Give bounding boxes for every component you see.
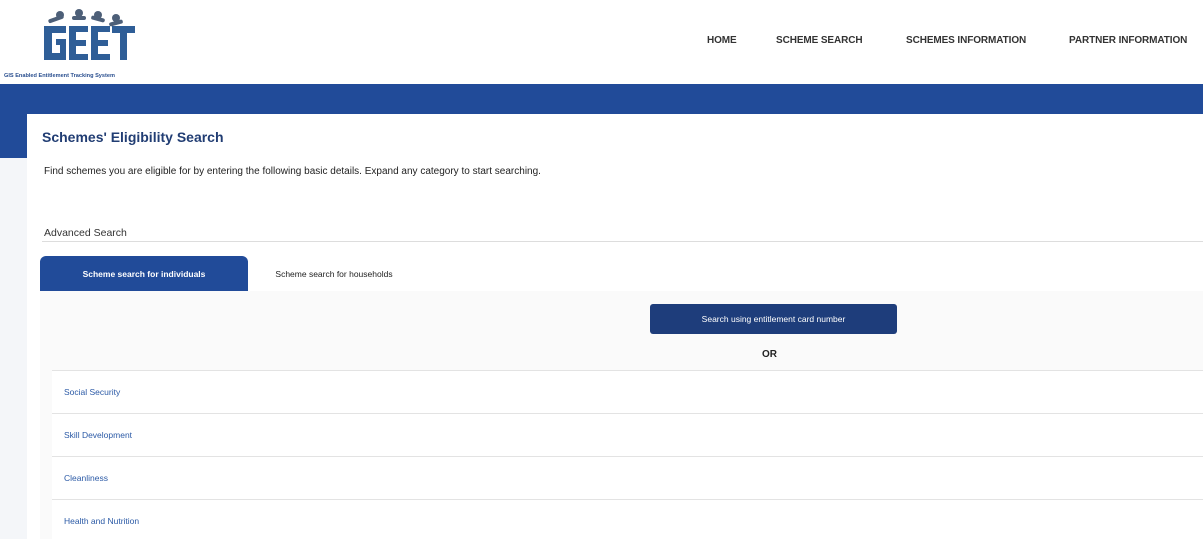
page-title: Schemes' Eligibility Search <box>42 129 224 145</box>
left-gutter <box>0 158 27 539</box>
category-label: Health and Nutrition <box>64 516 140 526</box>
intro-text: Find schemes you are eligible for by ent… <box>44 166 541 177</box>
category-label: Cleanliness <box>64 473 108 483</box>
nav-home[interactable]: HOME <box>707 35 737 46</box>
category-social-security[interactable]: Social Security <box>52 370 1203 413</box>
search-card: Schemes' Eligibility Search Find schemes… <box>27 114 1203 539</box>
or-separator: OR <box>762 349 777 360</box>
tab-panel-individuals: Search using entitlement card number OR … <box>40 291 1203 539</box>
category-label: Social Security <box>64 387 121 397</box>
header-band <box>0 84 1203 114</box>
search-entitlement-card-button[interactable]: Search using entitlement card number <box>650 304 897 334</box>
logo-tagline: GIS Enabled Entitlement Tracking System <box>4 73 115 79</box>
advanced-search-label[interactable]: Advanced Search <box>44 227 127 239</box>
tab-households[interactable]: Scheme search for households <box>248 256 420 291</box>
category-cleanliness[interactable]: Cleanliness <box>52 456 1203 499</box>
nav-partner-information[interactable]: PARTNER INFORMATION <box>1069 35 1187 46</box>
page-root: GIS Enabled Entitlement Tracking System … <box>0 0 1203 539</box>
geet-logo-mark <box>44 9 135 60</box>
nav-schemes-information[interactable]: SCHEMES INFORMATION <box>906 35 1026 46</box>
category-health-nutrition[interactable]: Health and Nutrition <box>52 499 1203 539</box>
site-header: GIS Enabled Entitlement Tracking System … <box>0 0 1203 84</box>
category-list: Social Security Skill Development Cleanl… <box>52 370 1203 539</box>
nav-scheme-search[interactable]: SCHEME SEARCH <box>776 35 863 46</box>
left-accent <box>0 84 27 158</box>
geet-logo[interactable]: GIS Enabled Entitlement Tracking System <box>4 8 172 82</box>
tab-individuals[interactable]: Scheme search for individuals <box>40 256 248 291</box>
advanced-search-divider <box>42 241 1203 242</box>
category-skill-development[interactable]: Skill Development <box>52 413 1203 456</box>
category-label: Skill Development <box>64 430 133 440</box>
